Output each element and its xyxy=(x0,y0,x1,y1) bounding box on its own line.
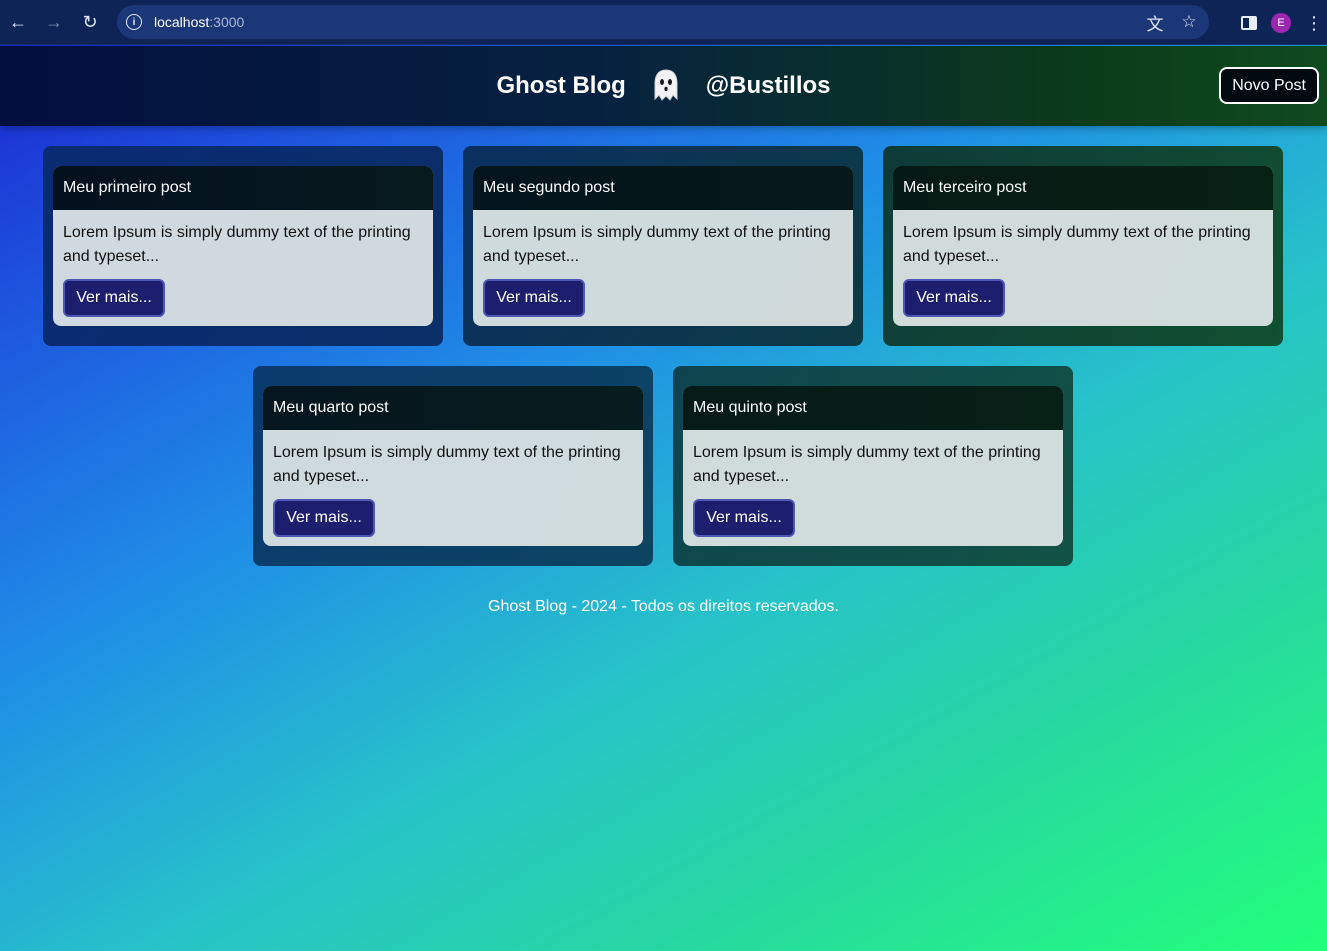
browser-toolbar: ← → ↻ i localhost:3000 文 ☆ E ⋮ xyxy=(0,0,1327,45)
ghost-icon xyxy=(652,68,680,104)
post-card-wrapper: Meu quinto post Lorem Ipsum is simply du… xyxy=(673,366,1073,566)
site-info-icon[interactable]: i xyxy=(126,14,142,30)
post-card-wrapper: Meu primeiro post Lorem Ipsum is simply … xyxy=(43,146,443,346)
read-more-button[interactable]: Ver mais... xyxy=(483,279,585,317)
post-card-header: Meu quarto post xyxy=(263,386,643,430)
read-more-button[interactable]: Ver mais... xyxy=(63,279,165,317)
translate-icon[interactable]: 文 xyxy=(1145,10,1165,35)
post-title: Meu terceiro post xyxy=(903,179,1027,196)
read-more-button[interactable]: Ver mais... xyxy=(693,499,795,537)
url-port: :3000 xyxy=(209,14,245,30)
post-card: Meu quinto post Lorem Ipsum is simply du… xyxy=(683,386,1063,546)
post-card-header: Meu segundo post xyxy=(473,166,853,210)
post-title: Meu primeiro post xyxy=(63,179,192,196)
post-card-wrapper: Meu quarto post Lorem Ipsum is simply du… xyxy=(253,366,653,566)
read-more-button[interactable]: Ver mais... xyxy=(273,499,375,537)
bookmark-star-icon[interactable]: ☆ xyxy=(1179,12,1199,32)
profile-avatar[interactable]: E xyxy=(1271,12,1291,33)
post-card-wrapper: Meu segundo post Lorem Ipsum is simply d… xyxy=(463,146,863,346)
url-host: localhost xyxy=(154,14,210,30)
post-excerpt: Lorem Ipsum is simply dummy text of the … xyxy=(903,224,1251,265)
site-header: Ghost Blog @Bustillos Novo Post xyxy=(0,46,1327,126)
post-title: Meu segundo post xyxy=(483,179,615,196)
back-arrow-icon[interactable]: ← xyxy=(0,4,36,40)
post-card-header: Meu terceiro post xyxy=(893,166,1273,210)
post-card: Meu terceiro post Lorem Ipsum is simply … xyxy=(893,166,1273,326)
author-handle: @Bustillos xyxy=(705,72,831,99)
post-excerpt: Lorem Ipsum is simply dummy text of the … xyxy=(483,224,831,265)
post-card: Meu quarto post Lorem Ipsum is simply du… xyxy=(263,386,643,546)
new-post-button[interactable]: Novo Post xyxy=(1219,67,1319,104)
footer-text: Ghost Blog - 2024 - Todos os direitos re… xyxy=(488,598,839,615)
address-url[interactable]: localhost:3000 xyxy=(154,14,244,30)
post-card: Meu primeiro post Lorem Ipsum is simply … xyxy=(53,166,433,326)
brand: Ghost Blog @Bustillos xyxy=(0,46,1327,126)
site-title: Ghost Blog xyxy=(496,72,626,99)
post-card-header: Meu quinto post xyxy=(683,386,1063,430)
post-excerpt: Lorem Ipsum is simply dummy text of the … xyxy=(693,444,1041,485)
forward-arrow-icon[interactable]: → xyxy=(36,4,72,40)
post-excerpt: Lorem Ipsum is simply dummy text of the … xyxy=(63,224,411,265)
side-panel-icon[interactable] xyxy=(1241,15,1257,30)
more-menu-icon[interactable]: ⋮ xyxy=(1305,14,1323,32)
post-title: Meu quarto post xyxy=(273,399,389,416)
address-bar[interactable]: i localhost:3000 文 ☆ xyxy=(117,5,1209,39)
post-card-wrapper: Meu terceiro post Lorem Ipsum is simply … xyxy=(883,146,1283,346)
post-excerpt: Lorem Ipsum is simply dummy text of the … xyxy=(273,444,621,485)
read-more-button[interactable]: Ver mais... xyxy=(903,279,1005,317)
post-card: Meu segundo post Lorem Ipsum is simply d… xyxy=(473,166,853,326)
reload-icon[interactable]: ↻ xyxy=(72,4,108,40)
post-title: Meu quinto post xyxy=(693,399,807,416)
post-card-header: Meu primeiro post xyxy=(53,166,433,210)
